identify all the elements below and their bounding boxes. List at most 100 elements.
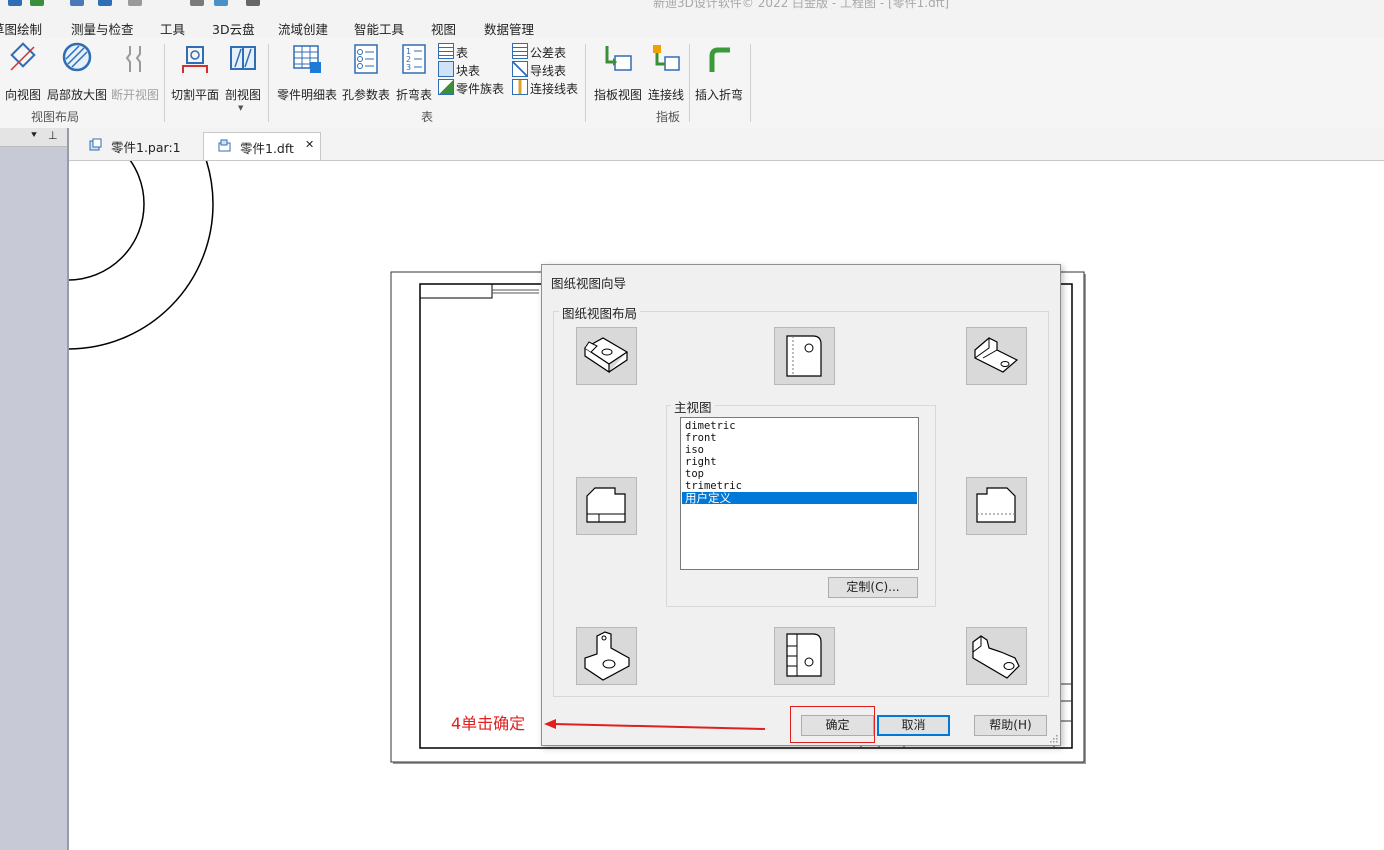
top-view-part-icon: [786, 335, 822, 377]
layout-group-label: 图纸视图布局: [559, 303, 641, 322]
list-item[interactable]: right: [682, 456, 917, 468]
help-button[interactable]: 帮助(H): [974, 715, 1047, 736]
properties-icon[interactable]: [70, 0, 84, 6]
right-view-part-icon: [976, 487, 1016, 523]
family-table-item[interactable]: 零件族表: [438, 79, 504, 96]
redo-icon[interactable]: [128, 0, 142, 6]
save-icon[interactable]: [8, 0, 22, 6]
bend-table-icon: 1 2 3: [402, 44, 426, 74]
bend-table-button[interactable]: 1 2 3 折弯表: [394, 42, 434, 104]
menu-data[interactable]: 数据管理: [484, 19, 534, 38]
connector-button[interactable]: 连接线: [646, 42, 686, 104]
detail-view-icon: [62, 42, 92, 72]
dropdown-arrow-icon[interactable]: ▼: [238, 104, 243, 112]
block-table-icon: [438, 61, 454, 77]
undo-icon[interactable]: [98, 0, 112, 6]
annotation-highlight-box: [790, 706, 875, 743]
window-title: 新迪3D设计软件© 2022 白金版 - 工程图 - [零件1.dft]: [653, 0, 950, 10]
hole-table-icon: [354, 44, 378, 74]
select-tool-icon[interactable]: [190, 0, 204, 6]
cutting-plane-button[interactable]: 切割平面: [170, 42, 220, 104]
resize-grip-icon[interactable]: [1048, 733, 1058, 743]
left-pane-header: ⯆ ⊥: [0, 128, 67, 147]
draft-file-icon: [218, 139, 231, 152]
menu-smart-tools[interactable]: 智能工具: [354, 19, 404, 38]
connector-icon: [653, 45, 680, 71]
group-separator: [689, 44, 690, 122]
list-item[interactable]: top: [682, 468, 917, 480]
menu-flow[interactable]: 流域创建: [278, 19, 328, 38]
view-tile-bottom[interactable]: [774, 627, 835, 685]
hole-table-button[interactable]: 孔参数表: [340, 42, 392, 104]
connection-table-item[interactable]: 连接线表: [512, 79, 578, 96]
cancel-button[interactable]: 取消: [877, 715, 950, 736]
tab-part-file[interactable]: 零件1.par:1: [75, 132, 199, 158]
ribbon: 向视图 局部放大图 断开视图 切割平面 剖视图 ▼ 视图布局 零件明细表 孔参数…: [0, 38, 1384, 129]
list-item-selected[interactable]: 用户定义: [682, 492, 917, 504]
pointer-icon[interactable]: [246, 0, 260, 6]
broken-view-icon: [125, 46, 141, 72]
menu-sketch[interactable]: 草图绘制: [0, 19, 42, 38]
view-tile-top-left-iso[interactable]: [576, 327, 637, 385]
menu-view[interactable]: 视图: [431, 19, 456, 38]
annotation-arrow: [544, 719, 766, 730]
view-tile-bottom-right-iso[interactable]: [966, 627, 1027, 685]
wire-table-icon: [512, 61, 528, 77]
tab-draft-file[interactable]: 零件1.dft ✕: [203, 132, 321, 160]
section-view-icon: [230, 46, 256, 70]
table-icon: [438, 43, 454, 59]
main-view-listbox[interactable]: dimetric front iso right top trimetric 用…: [680, 417, 919, 570]
block-table-item[interactable]: 块表: [438, 61, 480, 78]
detail-view-button[interactable]: 局部放大图: [46, 42, 108, 104]
main-view-label: 主视图: [671, 397, 715, 416]
group-separator: [268, 44, 269, 122]
left-pane: [0, 128, 67, 850]
connection-table-icon: [512, 79, 528, 95]
annotation-text: 4单击确定: [451, 714, 526, 733]
tolerance-table-icon: [512, 43, 528, 59]
view-tile-top[interactable]: [774, 327, 835, 385]
view-tile-left[interactable]: [576, 477, 637, 535]
isometric-part-icon: [584, 631, 630, 681]
board-view-icon: [605, 46, 632, 71]
auxiliary-view-button[interactable]: 向视图: [2, 42, 44, 104]
left-view-part-icon: [586, 487, 626, 523]
group-label-pointer: 指板: [656, 110, 681, 124]
wire-table-item[interactable]: 导线表: [512, 61, 566, 78]
table-item[interactable]: 表: [438, 43, 468, 60]
list-item[interactable]: front: [682, 432, 917, 444]
dialog-title: 图纸视图向导: [551, 276, 627, 291]
customize-button[interactable]: 定制(C)...: [828, 577, 918, 598]
menu-cloud[interactable]: 3D云盘: [212, 19, 255, 38]
isometric-part-icon: [583, 337, 629, 374]
menu-bar: 草图绘制 测量与检查 工具 3D云盘 流域创建 智能工具 视图 数据管理: [0, 14, 1384, 38]
parts-list-button[interactable]: 零件明细表: [274, 42, 340, 104]
variable-icon[interactable]: [214, 0, 228, 6]
group-separator: [164, 44, 165, 122]
group-separator: [585, 44, 586, 122]
save-as-icon[interactable]: [30, 0, 44, 6]
part-file-icon: [89, 138, 102, 151]
tolerance-table-item[interactable]: 公差表: [512, 43, 566, 60]
pin-icon[interactable]: ⊥: [48, 129, 58, 142]
broken-view-button[interactable]: 断开视图: [110, 42, 160, 104]
family-table-icon: [438, 79, 454, 95]
cutting-plane-icon: [182, 46, 208, 73]
insert-bend-button[interactable]: 插入折弯: [694, 42, 744, 104]
list-item[interactable]: dimetric: [682, 420, 917, 432]
close-tab-icon[interactable]: ✕: [305, 138, 314, 151]
isometric-part-icon: [974, 337, 1019, 373]
dropdown-icon[interactable]: ⯆: [30, 130, 38, 141]
list-item[interactable]: iso: [682, 444, 917, 456]
group-label-table: 表: [421, 110, 434, 124]
view-tile-top-right-iso[interactable]: [966, 327, 1027, 385]
menu-measure[interactable]: 测量与检查: [71, 19, 134, 38]
insert-bend-icon: [709, 47, 730, 72]
view-tile-right[interactable]: [966, 477, 1027, 535]
section-view-button[interactable]: 剖视图 ▼: [222, 42, 264, 112]
group-separator: [750, 44, 751, 122]
view-tile-bottom-left-iso[interactable]: [576, 627, 637, 685]
title-bar: 新迪3D设计软件© 2022 白金版 - 工程图 - [零件1.dft]: [0, 0, 1384, 14]
board-view-button[interactable]: 指板视图: [592, 42, 644, 104]
menu-tools[interactable]: 工具: [160, 19, 185, 38]
